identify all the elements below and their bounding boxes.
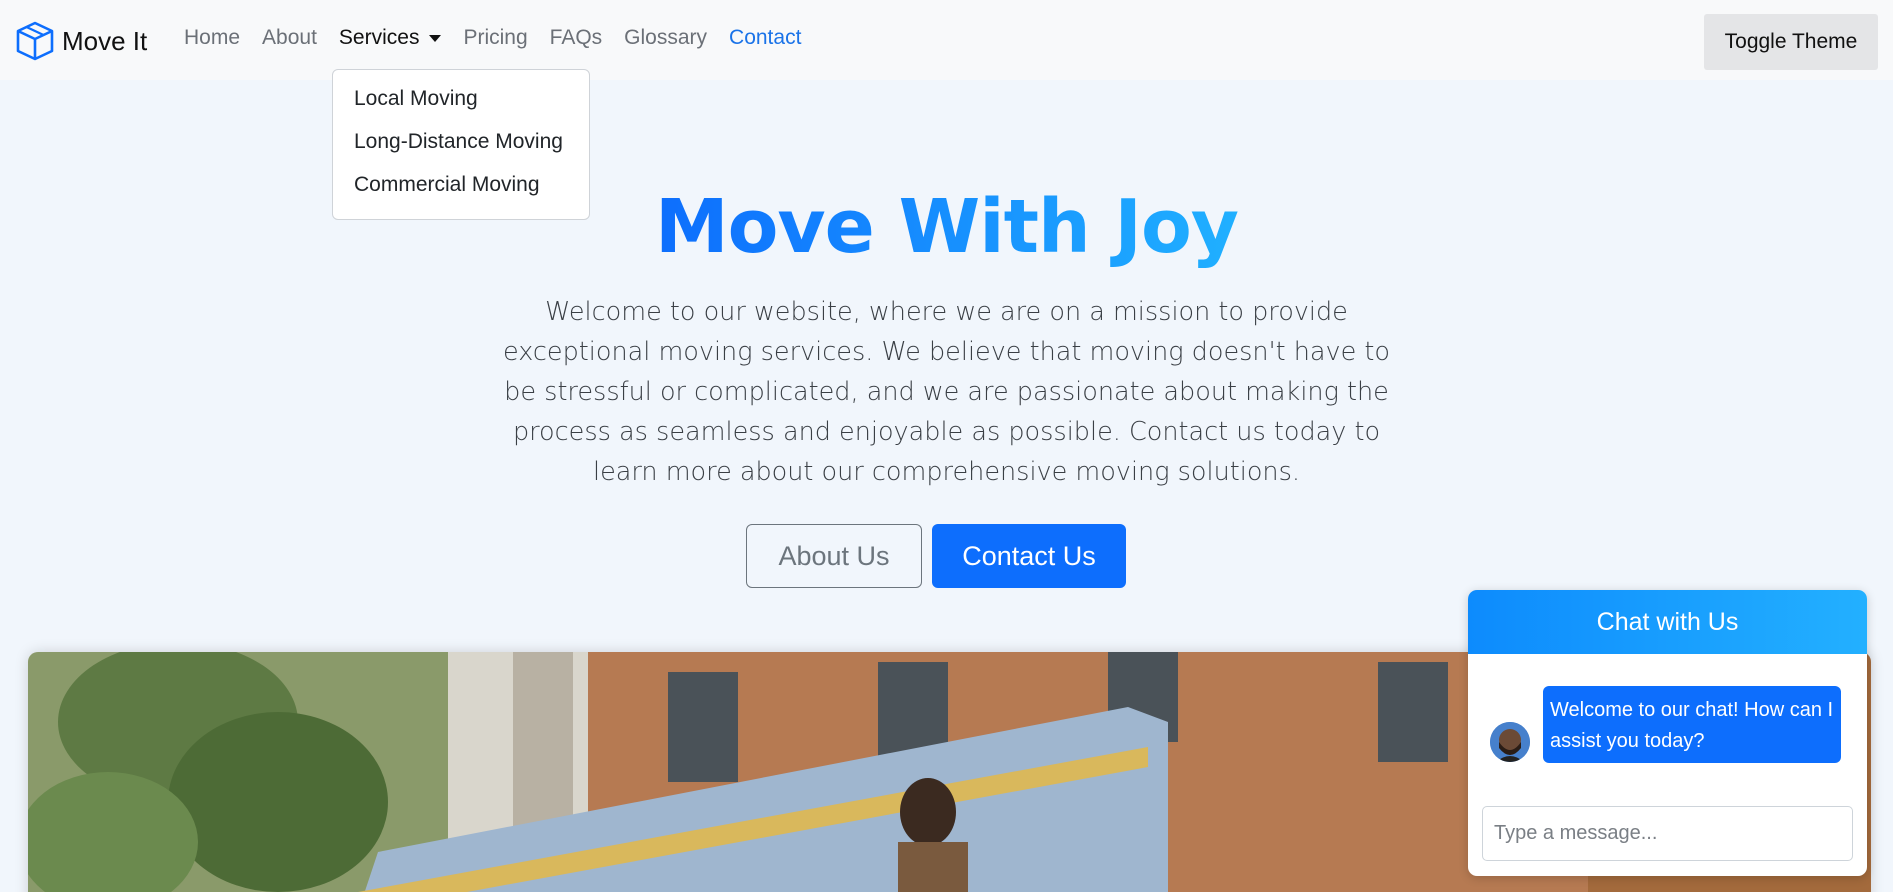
nav-faqs[interactable]: FAQs bbox=[550, 26, 603, 50]
agent-avatar bbox=[1490, 722, 1530, 762]
nav-home[interactable]: Home bbox=[184, 26, 240, 50]
nav-about[interactable]: About bbox=[262, 26, 317, 50]
brand-name: Move It bbox=[62, 25, 148, 56]
chat-message-input[interactable] bbox=[1482, 806, 1853, 861]
chat-header[interactable]: Chat with Us bbox=[1468, 590, 1867, 654]
dropdown-item-long-distance-moving[interactable]: Long-Distance Moving bbox=[333, 127, 589, 170]
hero-title-text: Move With Joy bbox=[654, 184, 1239, 270]
nav-pricing[interactable]: Pricing bbox=[463, 26, 527, 50]
hero-title: Move With Joy bbox=[0, 184, 1893, 270]
brand-link[interactable]: Move It bbox=[14, 20, 147, 62]
nav-links: Home About Services Pricing FAQs Glossar… bbox=[184, 26, 823, 50]
dropdown-item-local-moving[interactable]: Local Moving bbox=[333, 84, 589, 127]
box-icon bbox=[16, 21, 54, 61]
contact-us-button[interactable]: Contact Us bbox=[932, 524, 1126, 588]
nav-services[interactable]: Services bbox=[339, 26, 442, 50]
about-us-button[interactable]: About Us bbox=[746, 524, 922, 588]
chat-widget: Chat with Us Welcome to our chat! How ca… bbox=[1468, 590, 1867, 876]
nav-contact[interactable]: Contact bbox=[729, 26, 801, 50]
caret-down-icon bbox=[429, 34, 442, 42]
toggle-theme-button[interactable]: Toggle Theme bbox=[1704, 14, 1878, 70]
nav-glossary[interactable]: Glossary bbox=[624, 26, 707, 50]
hero-description: Welcome to our website, where we are on … bbox=[503, 297, 1390, 487]
navbar: Move It Home About Services Pricing FAQs… bbox=[0, 0, 1893, 80]
chat-message: Welcome to our chat! How can I assist yo… bbox=[1543, 686, 1841, 763]
nav-services-label: Services bbox=[338, 26, 420, 49]
